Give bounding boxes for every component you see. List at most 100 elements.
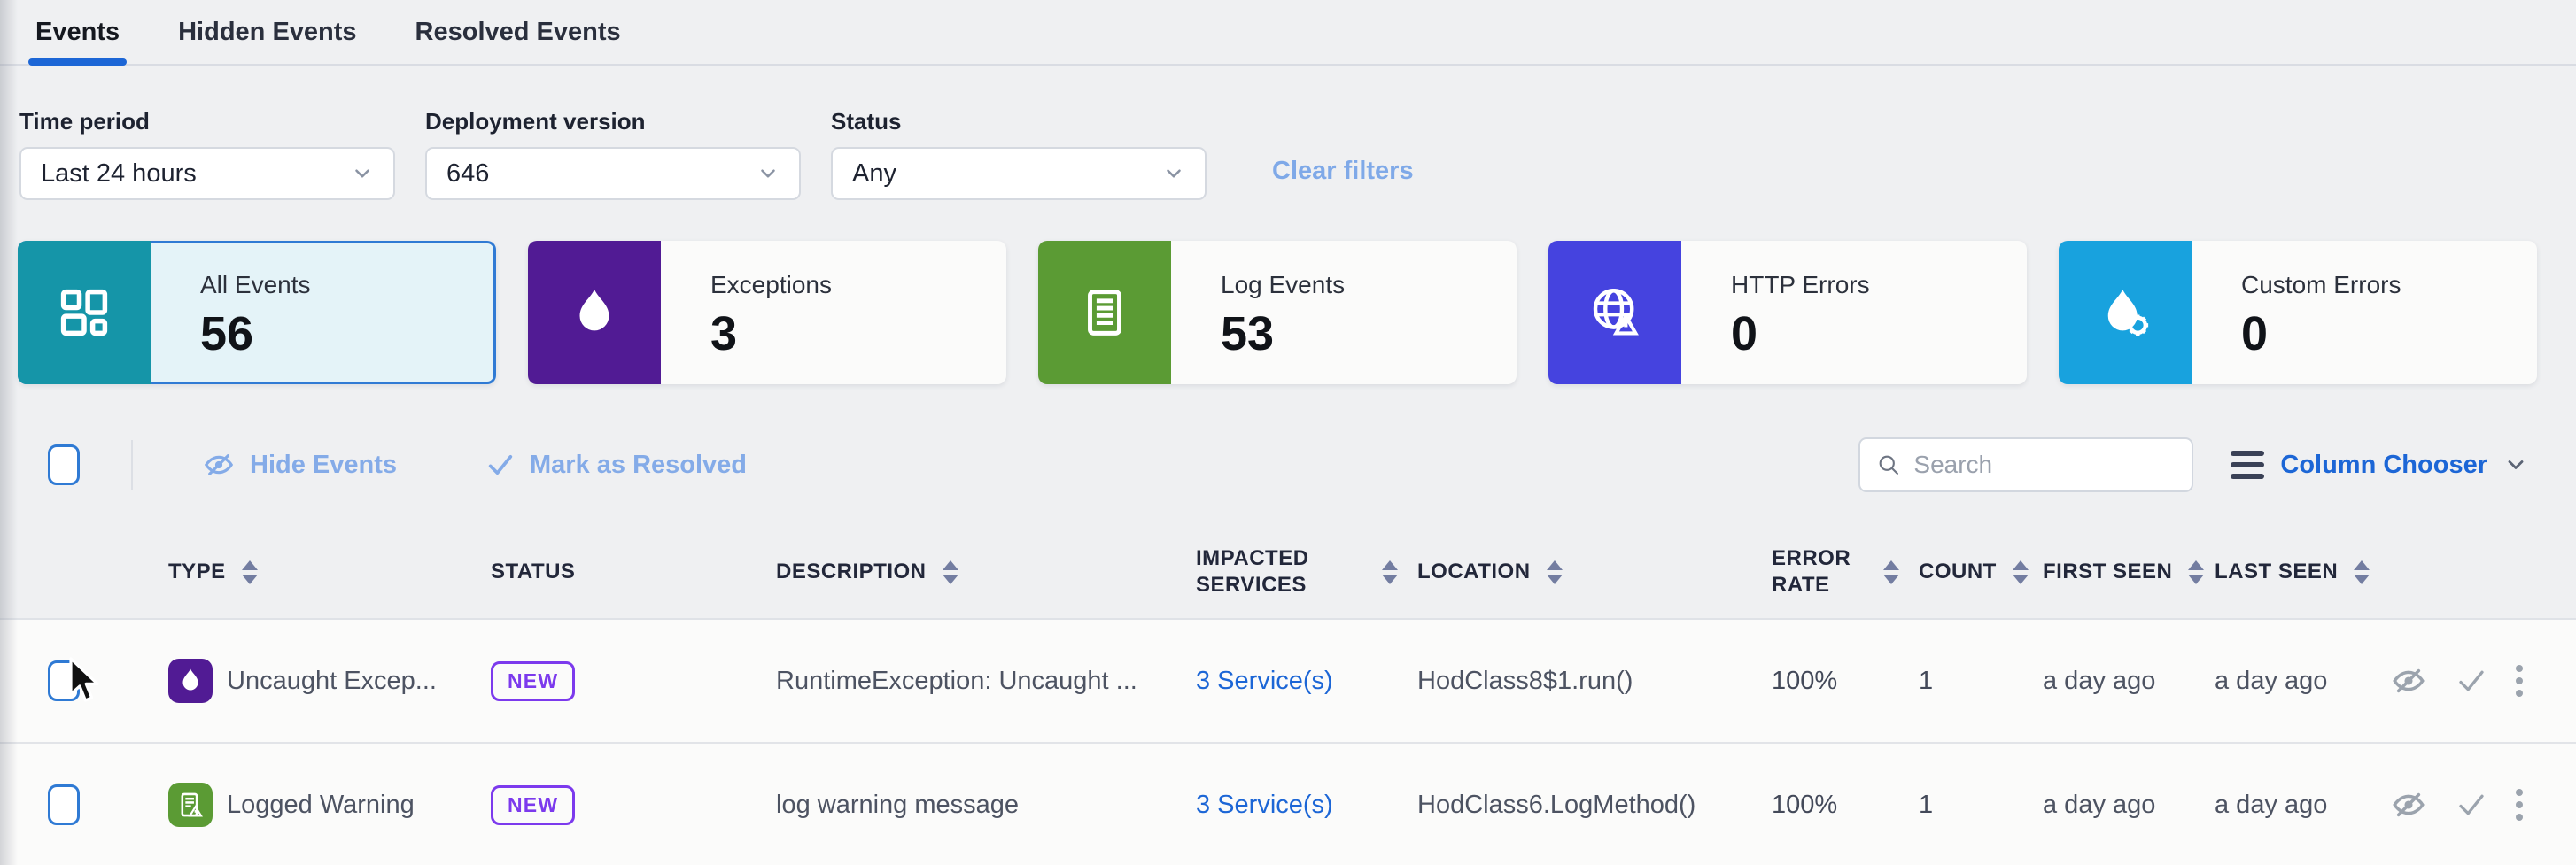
dashboard-grid-icon [55, 283, 113, 342]
eye-slash-icon [202, 448, 236, 482]
flame-icon [565, 283, 624, 342]
row-menu-kebab-icon[interactable] [2516, 789, 2523, 821]
check-icon [2456, 665, 2487, 697]
select-all-checkbox[interactable] [48, 444, 80, 485]
flame-gear-icon [2096, 283, 2154, 342]
impacted-services-link[interactable]: 3 Service(s) [1196, 667, 1333, 695]
sort-icon[interactable] [1382, 560, 1398, 584]
log-document-icon [1075, 283, 1134, 342]
deployment-version-filter: Deployment version 646 [425, 108, 801, 200]
card-value: 56 [200, 306, 311, 361]
toolbar-divider [131, 440, 133, 490]
row-menu-kebab-icon[interactable] [2516, 665, 2523, 697]
tab-hidden-events[interactable]: Hidden Events [178, 0, 356, 64]
chevron-down-icon [757, 162, 780, 185]
hamburger-icon [2231, 451, 2264, 479]
error-rate-value: 100% [1772, 667, 1919, 696]
column-header-first-seen[interactable]: FIRST SEEN [2043, 559, 2215, 585]
sort-icon[interactable] [2354, 560, 2370, 584]
mark-as-resolved-button[interactable]: Mark as Resolved [485, 450, 747, 480]
sort-icon[interactable] [1883, 560, 1899, 584]
column-header-description[interactable]: DESCRIPTION [776, 559, 1196, 585]
card-http-errors[interactable]: HTTP Errors 0 [1548, 241, 2027, 384]
column-header-type[interactable]: TYPE [168, 559, 491, 585]
log-warning-icon [175, 790, 206, 820]
tab-bar: Events Hidden Events Resolved Events [0, 0, 2576, 66]
time-period-filter: Time period Last 24 hours [19, 108, 395, 200]
table-row[interactable]: Uncaught Excep... NEW RuntimeException: … [0, 620, 2576, 744]
table-toolbar: Hide Events Mark as Resolved Column Choo… [0, 437, 2576, 492]
search-input[interactable] [1913, 451, 2176, 479]
card-all-events[interactable]: All Events 56 [18, 241, 496, 384]
column-header-error-rate[interactable]: ERROR RATE [1772, 545, 1919, 599]
event-type-label: Uncaught Excep... [227, 667, 437, 696]
column-header-impacted-services[interactable]: IMPACTED SERVICES [1196, 545, 1417, 599]
column-chooser-button[interactable]: Column Chooser [2231, 451, 2528, 480]
check-icon [485, 450, 516, 480]
deployment-version-value: 646 [446, 159, 489, 189]
filters-bar: Time period Last 24 hours Deployment ver… [0, 66, 2576, 200]
card-exceptions[interactable]: Exceptions 3 [528, 241, 1006, 384]
error-rate-value: 100% [1772, 791, 1919, 820]
time-period-label: Time period [19, 108, 395, 135]
row-checkbox[interactable] [48, 784, 80, 825]
table-header-row: TYPE STATUS DESCRIPTION IMPACTED SERVICE… [0, 526, 2576, 620]
resolve-event-icon-button[interactable] [2456, 789, 2487, 821]
card-value: 0 [1731, 306, 1870, 361]
card-title: Exceptions [710, 271, 832, 299]
search-box [1858, 437, 2193, 492]
tab-events[interactable]: Events [35, 0, 120, 64]
last-seen-value: a day ago [2215, 667, 2383, 696]
hide-event-icon-button[interactable] [2390, 662, 2427, 699]
sort-icon[interactable] [943, 560, 958, 584]
table-row[interactable]: Logged Warning NEW log warning message 3… [0, 744, 2576, 865]
eye-slash-icon [2390, 786, 2427, 823]
time-period-value: Last 24 hours [41, 159, 197, 189]
impacted-services-link[interactable]: 3 Service(s) [1196, 791, 1333, 819]
status-select[interactable]: Any [831, 147, 1207, 200]
column-header-last-seen[interactable]: LAST SEEN [2215, 559, 2383, 585]
card-title: Log Events [1221, 271, 1345, 299]
card-custom-errors[interactable]: Custom Errors 0 [2059, 241, 2537, 384]
chevron-down-icon [351, 162, 374, 185]
count-value: 1 [1919, 791, 2043, 820]
status-badge: NEW [491, 785, 575, 825]
chevron-down-icon [2503, 452, 2528, 477]
column-header-location[interactable]: LOCATION [1417, 559, 1772, 585]
tab-resolved-events[interactable]: Resolved Events [415, 0, 621, 64]
status-label: Status [831, 108, 1207, 135]
column-header-count[interactable]: COUNT [1919, 559, 2043, 585]
last-seen-value: a day ago [2215, 791, 2383, 820]
count-value: 1 [1919, 667, 2043, 696]
event-description: log warning message [776, 791, 1196, 820]
sort-icon[interactable] [2188, 560, 2204, 584]
eye-slash-icon [2390, 662, 2427, 699]
events-table: TYPE STATUS DESCRIPTION IMPACTED SERVICE… [0, 526, 2576, 865]
event-location: HodClass6.LogMethod() [1417, 791, 1772, 820]
clear-filters-button[interactable]: Clear filters [1272, 157, 1414, 186]
hide-events-button[interactable]: Hide Events [202, 448, 397, 482]
sort-icon[interactable] [242, 560, 258, 584]
time-period-select[interactable]: Last 24 hours [19, 147, 395, 200]
check-icon [2456, 789, 2487, 821]
row-checkbox[interactable] [48, 660, 80, 701]
event-type-label: Logged Warning [227, 791, 415, 820]
resolve-event-icon-button[interactable] [2456, 665, 2487, 697]
deployment-version-select[interactable]: 646 [425, 147, 801, 200]
sort-icon[interactable] [2013, 560, 2029, 584]
deployment-version-label: Deployment version [425, 108, 801, 135]
card-value: 0 [2241, 306, 2401, 361]
hide-events-label: Hide Events [250, 451, 397, 480]
chevron-down-icon [1162, 162, 1185, 185]
globe-warning-icon [1586, 283, 1644, 342]
search-icon [1876, 451, 1901, 479]
sort-icon[interactable] [1547, 560, 1563, 584]
hide-event-icon-button[interactable] [2390, 786, 2427, 823]
card-title: All Events [200, 271, 311, 299]
card-title: HTTP Errors [1731, 271, 1870, 299]
status-value: Any [852, 159, 896, 189]
card-log-events[interactable]: Log Events 53 [1038, 241, 1517, 384]
column-header-status[interactable]: STATUS [491, 559, 776, 585]
event-location: HodClass8$1.run() [1417, 667, 1772, 696]
card-title: Custom Errors [2241, 271, 2401, 299]
